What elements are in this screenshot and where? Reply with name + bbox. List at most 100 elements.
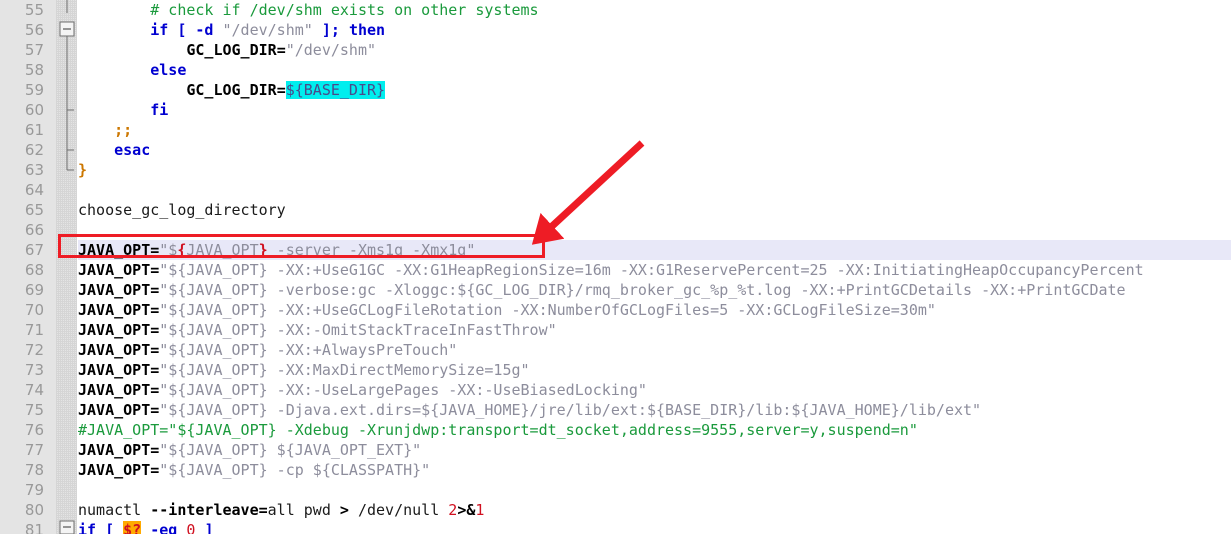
line-number: 80 xyxy=(24,501,44,519)
token-comment: #JAVA_OPT="${JAVA_OPT} -Xdebug -Xrunjdwp… xyxy=(78,421,918,439)
line-number: 55 xyxy=(24,1,44,19)
line-number: 58 xyxy=(24,61,44,79)
token-kw: ] xyxy=(321,21,331,39)
code-line-75[interactable]: 75 JAVA_OPT="${JAVA_OPT} -Djava.ext.dirs=… xyxy=(0,400,1231,420)
code-line-72[interactable]: 72 JAVA_OPT="${JAVA_OPT} -XX:+AlwaysPreTo… xyxy=(0,340,1231,360)
token-op: = xyxy=(150,441,160,459)
token-kw: -eq xyxy=(150,521,178,534)
code-text[interactable]: JAVA_OPT="${JAVA_OPT} ${JAVA_OPT_EXT}" xyxy=(78,440,421,460)
code-editor[interactable]: 55 # check if /dev/shm exists on other s… xyxy=(0,0,1231,534)
code-line-59[interactable]: 59 GC_LOG_DIR=${BASE_DIR} xyxy=(0,80,1231,100)
code-text[interactable]: esac xyxy=(78,140,150,160)
code-text[interactable]: ;; xyxy=(78,120,132,140)
code-text[interactable]: JAVA_OPT="${JAVA_OPT} -Djava.ext.dirs=${… xyxy=(78,400,981,420)
token-name: JAVA_OPT xyxy=(78,301,151,319)
token-name: JAVA_OPT xyxy=(78,261,151,279)
token-op: = xyxy=(150,401,160,419)
token-op: --interleave= xyxy=(150,501,268,519)
code-line-67[interactable]: 67 JAVA_OPT="${JAVA_OPT} -server -Xms1g -… xyxy=(0,240,1231,260)
token-name: JAVA_OPT xyxy=(78,241,151,259)
line-number: 76 xyxy=(24,421,44,439)
line-number: 72 xyxy=(24,341,44,359)
code-text[interactable]: if [ $? -eq 0 ] xyxy=(78,520,213,534)
code-text[interactable]: JAVA_OPT="${JAVA_OPT} -XX:-OmitStackTrac… xyxy=(78,320,557,340)
code-line-70[interactable]: 70 JAVA_OPT="${JAVA_OPT} -XX:+UseGCLogFil… xyxy=(0,300,1231,320)
code-text[interactable]: choose_gc_log_directory xyxy=(78,200,286,220)
code-line-77[interactable]: 77 JAVA_OPT="${JAVA_OPT} ${JAVA_OPT_EXT}" xyxy=(0,440,1231,460)
line-number: 70 xyxy=(24,301,44,319)
code-text[interactable]: JAVA_OPT="${JAVA_OPT} -XX:-UseLargePages… xyxy=(78,380,647,400)
token-str: "${JAVA_OPT} -Djava.ext.dirs=${JAVA_HOME… xyxy=(159,401,982,419)
token-name: JAVA_OPT xyxy=(78,381,151,399)
token-op: = xyxy=(150,461,160,479)
code-text[interactable]: if [ -d "/dev/shm" ]; then xyxy=(78,20,385,40)
code-text[interactable]: } xyxy=(78,160,87,180)
code-text[interactable]: JAVA_OPT="${JAVA_OPT} -verbose:gc -Xlogg… xyxy=(78,280,1126,300)
token-plain: all pwd xyxy=(267,501,340,519)
code-lines[interactable]: 55 # check if /dev/shm exists on other s… xyxy=(0,0,1231,534)
line-number: 57 xyxy=(24,41,44,59)
line-number: 63 xyxy=(24,161,44,179)
code-text[interactable]: GC_LOG_DIR=${BASE_DIR} xyxy=(78,80,386,100)
code-line-66[interactable]: 66 xyxy=(0,220,1231,240)
token-name: JAVA_OPT xyxy=(78,341,151,359)
code-line-76[interactable]: 76 #JAVA_OPT="${JAVA_OPT} -Xdebug -Xrunjd… xyxy=(0,420,1231,440)
token-op: = xyxy=(150,341,160,359)
token-op: > xyxy=(339,501,349,519)
line-number: 71 xyxy=(24,321,44,339)
code-line-65[interactable]: 65 choose_gc_log_directory xyxy=(0,200,1231,220)
code-line-63[interactable]: 63} xyxy=(0,160,1231,180)
token-str: "${JAVA_OPT} -cp ${CLASSPATH}" xyxy=(159,461,431,479)
code-text[interactable]: numactl --interleave=all pwd > /dev/null… xyxy=(78,500,484,520)
line-number: 59 xyxy=(24,81,44,99)
token-str: "${JAVA_OPT} -XX:MaxDirectMemorySize=15g… xyxy=(159,361,530,379)
code-line-58[interactable]: 58 else xyxy=(0,60,1231,80)
token-op: = xyxy=(276,81,286,99)
code-line-69[interactable]: 69 JAVA_OPT="${JAVA_OPT} -verbose:gc -Xlo… xyxy=(0,280,1231,300)
code-line-68[interactable]: 68 JAVA_OPT="${JAVA_OPT} -XX:+UseG1GC -XX… xyxy=(0,260,1231,280)
code-text[interactable]: GC_LOG_DIR="/dev/shm" xyxy=(78,40,376,60)
token-str: "${JAVA_OPT} ${JAVA_OPT_EXT}" xyxy=(159,441,422,459)
code-line-56[interactable]: 56 if [ -d "/dev/shm" ]; then xyxy=(0,20,1231,40)
code-line-61[interactable]: 61 ;; xyxy=(0,120,1231,140)
code-line-55[interactable]: 55 # check if /dev/shm exists on other s… xyxy=(0,0,1231,20)
code-line-81[interactable]: 81 if [ $? -eq 0 ] xyxy=(0,520,1231,534)
code-text[interactable]: JAVA_OPT="${JAVA_OPT} -XX:+UseG1GC -XX:G… xyxy=(78,260,1144,280)
token-str: "${JAVA_OPT} -verbose:gc -Xloggc:${GC_LO… xyxy=(159,281,1126,299)
line-number: 81 xyxy=(24,521,44,534)
code-line-62[interactable]: 62 esac xyxy=(0,140,1231,160)
code-text[interactable]: # check if /dev/shm exists on other syst… xyxy=(78,0,538,20)
code-line-60[interactable]: 60 fi xyxy=(0,100,1231,120)
token-hl-cyan: ${BASE_DIR} xyxy=(285,81,386,99)
code-text[interactable]: JAVA_OPT="${JAVA_OPT} -XX:+AlwaysPreTouc… xyxy=(78,340,457,360)
token-kw: else xyxy=(150,61,187,79)
code-text[interactable]: JAVA_OPT="${JAVA_OPT} -cp ${CLASSPATH}" xyxy=(78,460,430,480)
code-line-78[interactable]: 78 JAVA_OPT="${JAVA_OPT} -cp ${CLASSPATH}… xyxy=(0,460,1231,480)
token-kw: esac xyxy=(114,141,151,159)
code-text[interactable]: else xyxy=(78,60,186,80)
token-kw: if xyxy=(150,21,169,39)
code-line-57[interactable]: 57 GC_LOG_DIR="/dev/shm" xyxy=(0,40,1231,60)
token-op: = xyxy=(150,361,160,379)
code-text[interactable]: #JAVA_OPT="${JAVA_OPT} -Xdebug -Xrunjdwp… xyxy=(78,420,918,440)
line-number: 64 xyxy=(24,181,44,199)
code-line-74[interactable]: 74 JAVA_OPT="${JAVA_OPT} -XX:-UseLargePag… xyxy=(0,380,1231,400)
code-text[interactable]: fi xyxy=(78,100,168,120)
code-line-80[interactable]: 80 numactl --interleave=all pwd > /dev/nu… xyxy=(0,500,1231,520)
code-line-79[interactable]: 79 xyxy=(0,480,1231,500)
code-text[interactable]: JAVA_OPT="${JAVA_OPT} -XX:+UseGCLogFileR… xyxy=(78,300,936,320)
token-kw: then xyxy=(348,21,386,39)
token-str: "/dev/shm" xyxy=(285,41,377,59)
code-text[interactable]: JAVA_OPT="${JAVA_OPT} -XX:MaxDirectMemor… xyxy=(78,360,530,380)
line-number: 60 xyxy=(24,101,44,119)
code-line-71[interactable]: 71 JAVA_OPT="${JAVA_OPT} -XX:-OmitStackTr… xyxy=(0,320,1231,340)
code-line-64[interactable]: 64 xyxy=(0,180,1231,200)
token-op: = xyxy=(150,241,160,259)
code-line-73[interactable]: 73 JAVA_OPT="${JAVA_OPT} -XX:MaxDirectMem… xyxy=(0,360,1231,380)
code-text[interactable]: JAVA_OPT="${JAVA_OPT} -server -Xms1g -Xm… xyxy=(78,240,475,260)
